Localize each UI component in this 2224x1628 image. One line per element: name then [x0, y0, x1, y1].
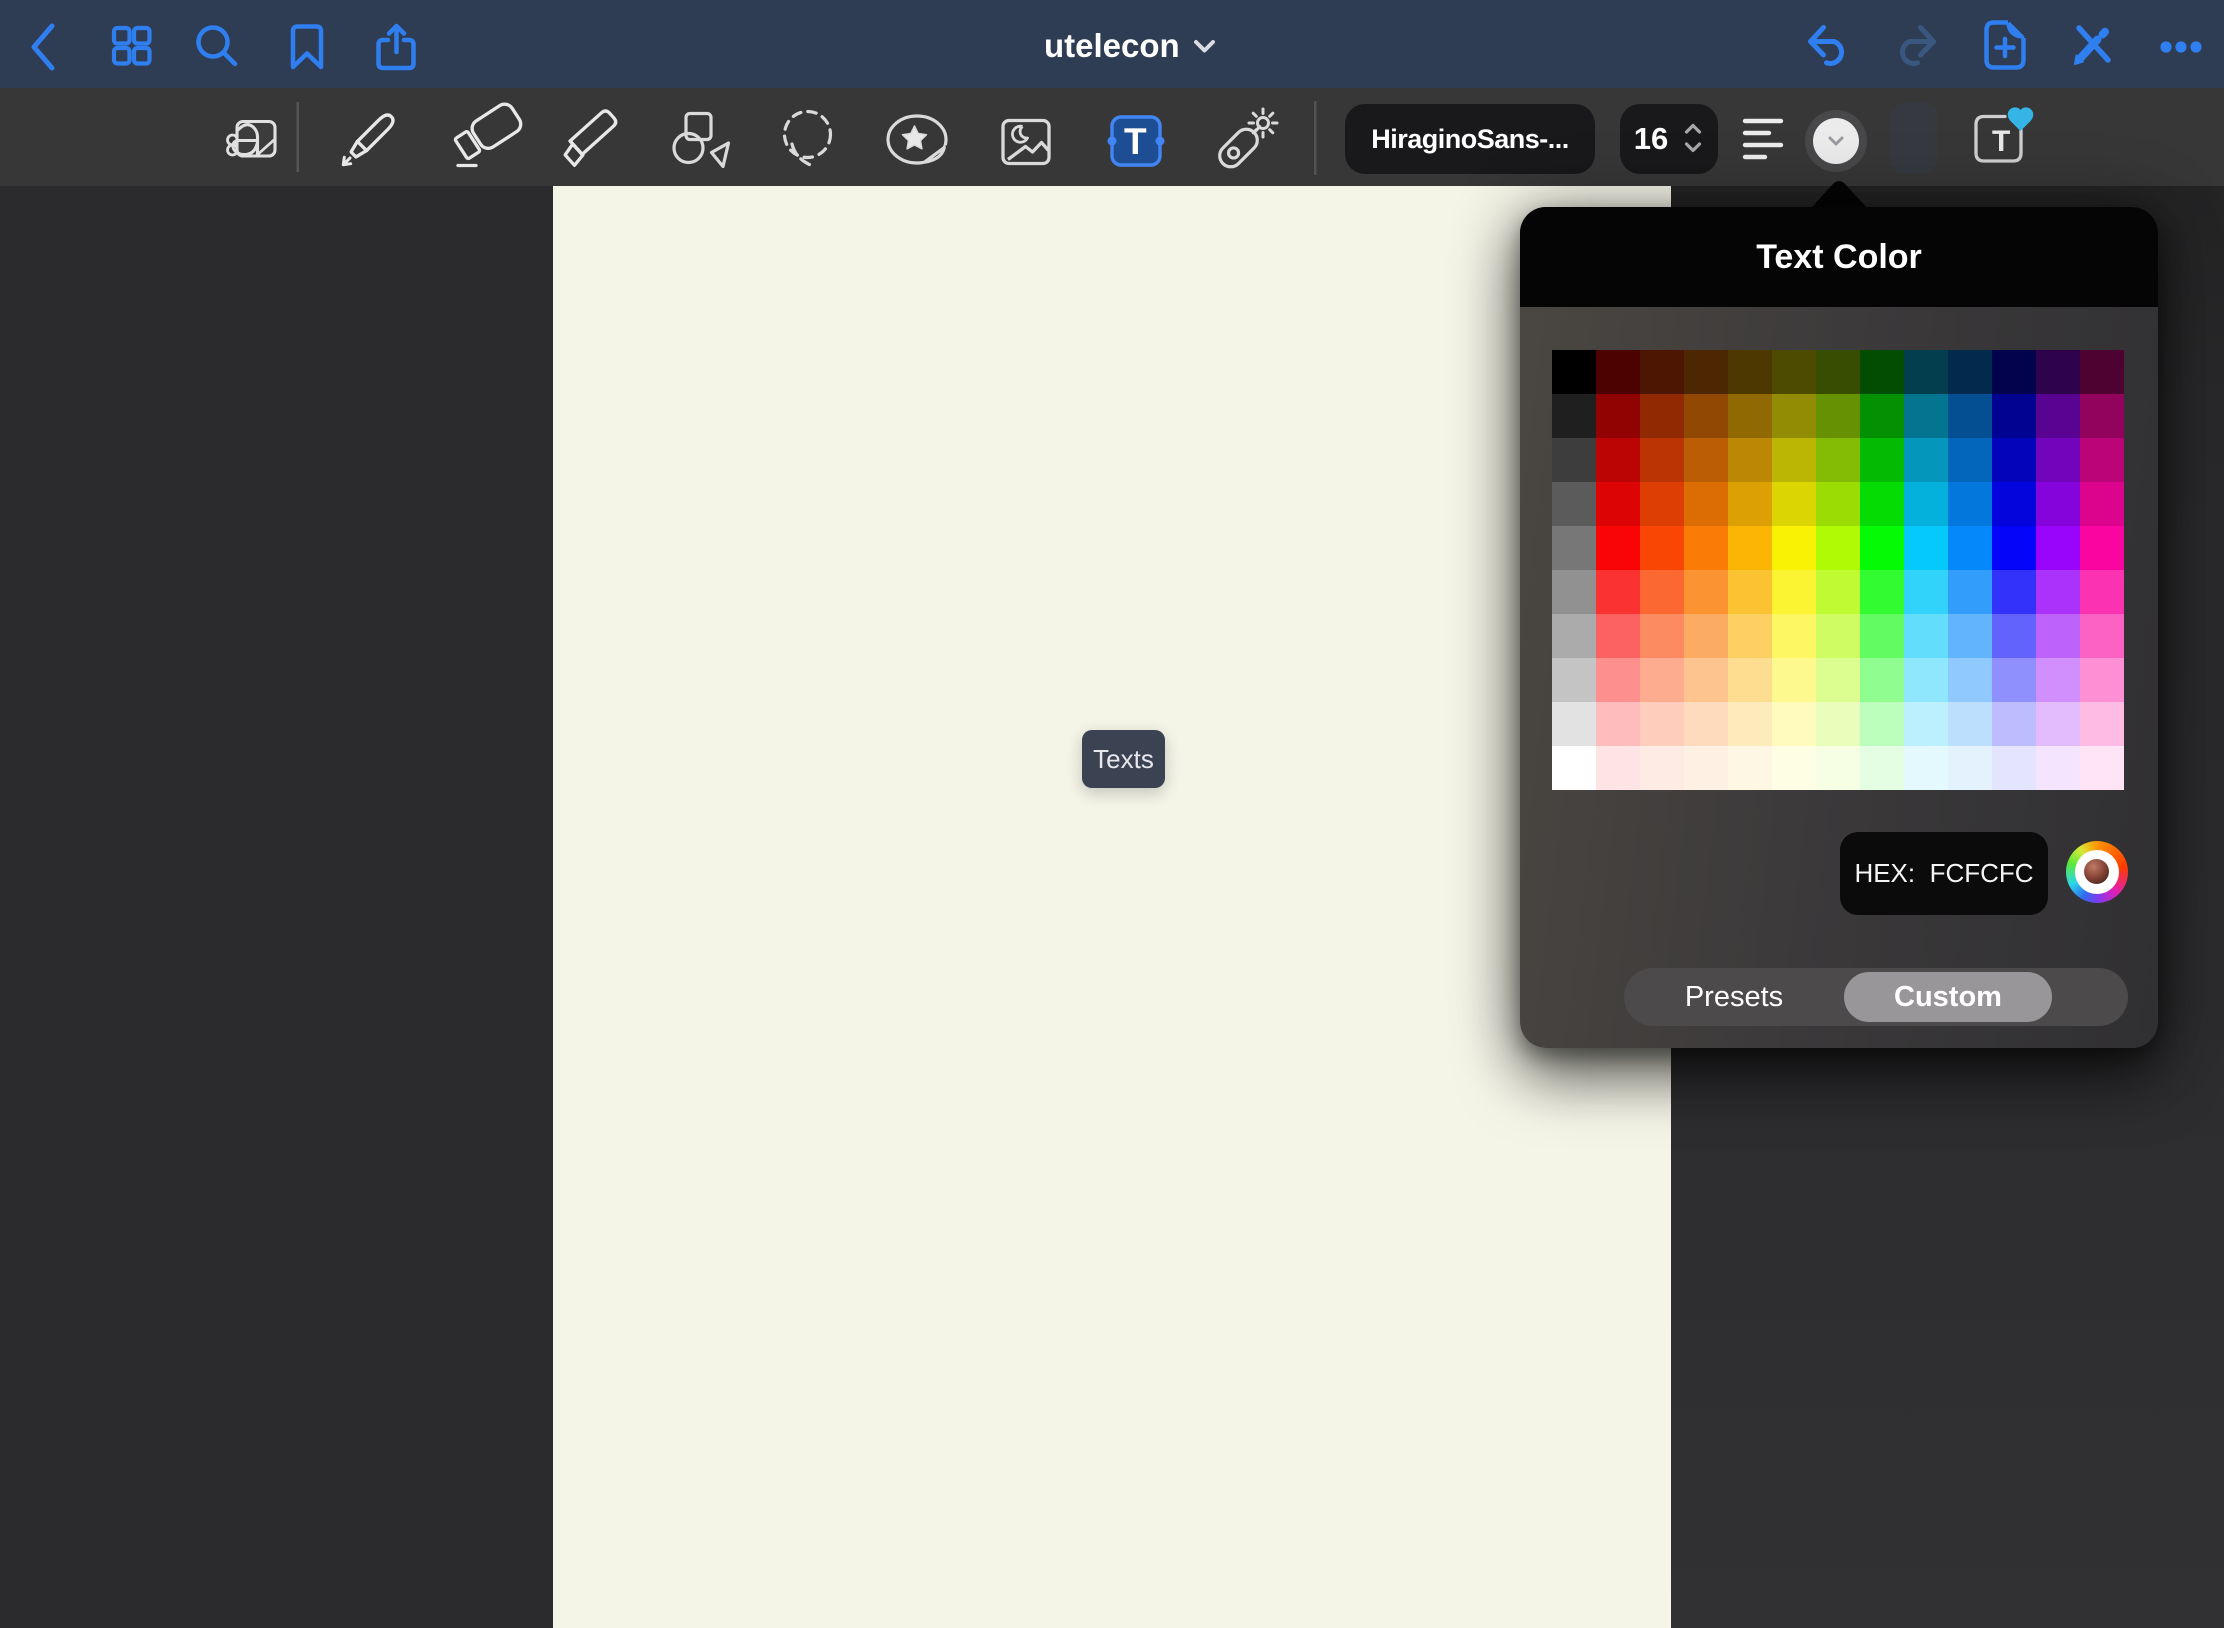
svg-text:T: T: [1124, 121, 1147, 162]
svg-text:utelecon: utelecon: [1044, 27, 1180, 64]
svg-text:T: T: [1992, 125, 2010, 158]
